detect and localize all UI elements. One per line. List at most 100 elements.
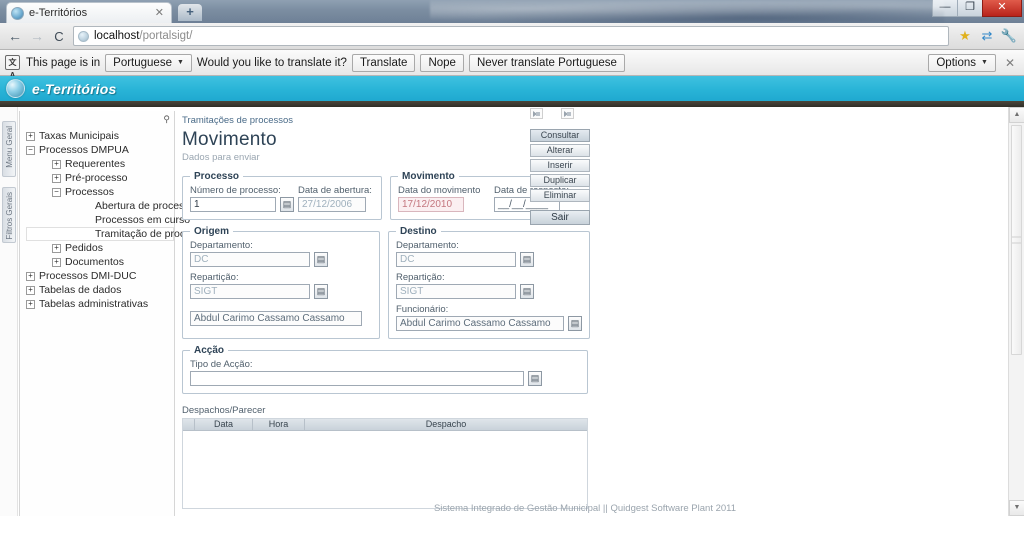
wrench-menu-icon[interactable]: 🔧 <box>998 25 1020 47</box>
forward-icon[interactable]: → <box>26 25 48 47</box>
minimize-button[interactable]: — <box>932 0 958 17</box>
grid-picker-icon-origem-departamento[interactable]: ▤ <box>314 252 328 267</box>
breadcrumb[interactable]: Tramitações de processos <box>182 115 1008 126</box>
vertical-tab-filtros-gerais[interactable]: Filtros Gerais <box>2 187 16 243</box>
expand-icon[interactable]: + <box>26 299 35 309</box>
tree-item-label: Documentos <box>65 256 124 268</box>
pin-icon[interactable]: ⚲ <box>163 114 170 125</box>
page-title: Movimento <box>182 129 277 150</box>
destino-reparticao-input[interactable]: SIGT <box>396 284 516 299</box>
tipo-accao-row: ▤ <box>190 371 580 386</box>
tree-item-tabelas-administrativas[interactable]: + Tabelas administrativas <box>26 297 174 311</box>
vertical-tab-menu-geral-label: Menu Geral <box>5 126 14 168</box>
duplicar-button[interactable]: Duplicar <box>530 174 590 187</box>
tree-item-processos-dmpua[interactable]: − Processos DMPUA <box>26 143 174 157</box>
grid-picker-icon-numero-processo[interactable]: ▤ <box>280 197 294 212</box>
mid-fieldset-group: Origem Departamento: DC ▤ Repartição: SI… <box>182 226 1008 339</box>
grid-col-data[interactable]: Data <box>195 419 253 430</box>
bookmark-star-icon[interactable]: ★ <box>954 25 976 47</box>
scrollbar-grip-icon <box>1012 236 1021 244</box>
grid-picker-icon-destino-departamento[interactable]: ▤ <box>520 252 534 267</box>
window-controls: — ❐ ✕ <box>932 0 1022 17</box>
tree-spacer-icon <box>82 216 91 225</box>
expand-icon[interactable]: + <box>26 271 35 281</box>
scroll-up-arrow-icon[interactable]: ▲ <box>1009 107 1024 123</box>
tree-item-processos-dmi-duc[interactable]: + Processos DMI-DUC <box>26 269 174 283</box>
translate-button[interactable]: Translate <box>351 53 416 72</box>
page-footer: Sistema Integrado de Gestão Municipal ||… <box>433 503 737 514</box>
grid-picker-icon-destino-reparticao[interactable]: ▤ <box>520 284 534 299</box>
tree-item-pr-processo[interactable]: + Pré-processo <box>26 171 174 185</box>
maximize-button[interactable]: ❐ <box>957 0 983 17</box>
expand-icon[interactable]: + <box>52 159 61 169</box>
destino-departamento-label: Departamento: <box>396 240 459 251</box>
origem-departamento-label: Departamento: <box>190 240 253 251</box>
scrollbar-thumb[interactable] <box>1011 125 1022 355</box>
destino-departamento-input[interactable]: DC <box>396 252 516 267</box>
tree-item-requerentes[interactable]: + Requerentes <box>26 157 174 171</box>
origem-funcionario-input[interactable]: Abdul Carimo Cassamo Cassamo <box>190 311 362 326</box>
despachos-grid[interactable]: Data Hora Despacho <box>182 418 588 509</box>
broken-image-icon-left[interactable] <box>530 108 543 119</box>
sair-button[interactable]: Sair <box>530 210 590 225</box>
collapse-icon[interactable]: − <box>52 187 61 197</box>
page-info-icon[interactable] <box>78 30 89 42</box>
nope-button[interactable]: Nope <box>420 53 464 72</box>
tree-item-tramita-o-de-processos[interactable]: Tramitação de processos <box>26 227 213 241</box>
tree-item-label: Tabelas administrativas <box>39 298 149 310</box>
eliminar-button[interactable]: Eliminar <box>530 189 590 202</box>
data-movimento-input[interactable]: 17/12/2010 <box>398 197 464 212</box>
globe-logo-icon <box>6 79 25 98</box>
consultar-button[interactable]: Consultar <box>530 129 590 142</box>
close-window-button[interactable]: ✕ <box>982 0 1022 17</box>
grid-picker-icon-origem-reparticao[interactable]: ▤ <box>314 284 328 299</box>
tree-item-processos-em-curso[interactable]: Processos em curso <box>26 213 190 227</box>
translate-icon[interactable]: ⇄ <box>976 25 998 47</box>
tipo-accao-input[interactable] <box>190 371 524 386</box>
collapse-icon[interactable]: − <box>26 145 35 155</box>
site-header: e-Territórios <box>0 76 1024 101</box>
browser-tab[interactable]: e-Territórios ✕ <box>6 2 172 23</box>
grid-picker-icon-tipo-accao[interactable]: ▤ <box>528 371 542 386</box>
tree-item-label: Taxas Municipais <box>39 130 119 142</box>
infobar-close-icon[interactable]: ✕ <box>1001 56 1019 70</box>
expand-icon[interactable]: + <box>26 285 35 295</box>
despachos-section: Despachos/Parecer Data Hora Despacho Con… <box>182 108 590 509</box>
new-tab-button[interactable]: + <box>178 4 202 21</box>
origem-reparticao-label: Repartição: <box>190 272 239 283</box>
address-bar[interactable]: localhost/portalsigt/ <box>73 26 949 46</box>
expand-icon[interactable]: + <box>52 243 61 253</box>
processo-row: Número de processo: 1 ▤ Data de abertura… <box>190 185 374 212</box>
expand-icon[interactable]: + <box>52 173 61 183</box>
origem-reparticao-row: SIGT ▤ <box>190 284 372 299</box>
tree-item-taxas-municipais[interactable]: + Taxas Municipais <box>26 129 174 143</box>
vertical-scrollbar[interactable]: ▲ ▼ <box>1008 107 1024 516</box>
grid-col-hora[interactable]: Hora <box>253 419 305 430</box>
tree-item-processos[interactable]: − Processos <box>26 185 174 199</box>
numero-processo-input[interactable]: 1 <box>190 197 276 212</box>
back-icon[interactable]: ← <box>4 25 26 47</box>
broken-image-icon-right[interactable] <box>561 108 575 119</box>
options-button[interactable]: Options ▼ <box>928 53 996 72</box>
grid-picker-icon-destino-funcionario[interactable]: ▤ <box>568 316 582 331</box>
origem-reparticao-input[interactable]: SIGT <box>190 284 310 299</box>
inserir-button[interactable]: Inserir <box>530 159 590 172</box>
tree-item-documentos[interactable]: + Documentos <box>26 255 174 269</box>
tree-item-label: Processos DMPUA <box>39 144 129 156</box>
vertical-tab-menu-geral[interactable]: Menu Geral <box>2 121 16 177</box>
tab-close-icon[interactable]: ✕ <box>152 7 167 19</box>
origem-departamento-input[interactable]: DC <box>190 252 310 267</box>
scroll-down-arrow-icon[interactable]: ▼ <box>1009 500 1024 516</box>
language-select[interactable]: Portuguese ▼ <box>105 53 192 72</box>
tree-item-abertura-de-processos[interactable]: Abertura de processos <box>26 199 201 213</box>
alterar-button[interactable]: Alterar <box>530 144 590 157</box>
tree-item-tabelas-de-dados[interactable]: + Tabelas de dados <box>26 283 174 297</box>
navigation-tree: + Taxas Municipais − Processos DMPUA + Requer… <box>20 111 213 311</box>
reload-icon[interactable]: C <box>48 25 70 47</box>
expand-icon[interactable]: + <box>26 131 35 141</box>
grid-col-despacho[interactable]: Despacho <box>305 419 587 430</box>
never-translate-button[interactable]: Never translate Portuguese <box>468 53 625 72</box>
expand-icon[interactable]: + <box>52 257 61 267</box>
destino-funcionario-input[interactable]: Abdul Carimo Cassamo Cassamo <box>396 316 564 331</box>
tree-item-pedidos[interactable]: + Pedidos <box>26 241 174 255</box>
